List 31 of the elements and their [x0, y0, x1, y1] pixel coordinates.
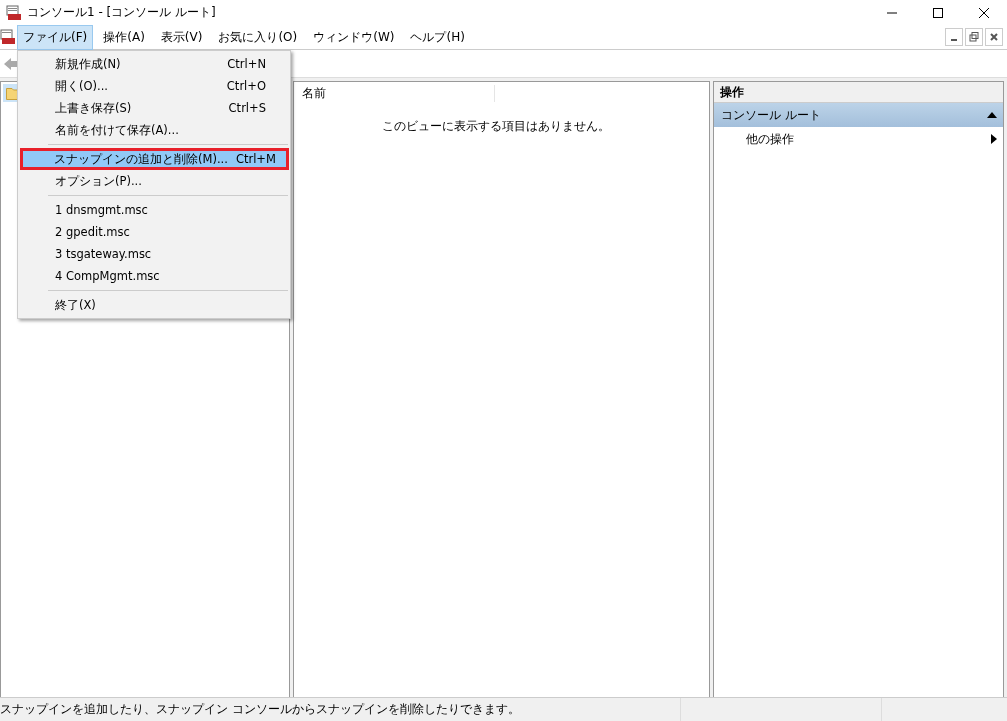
dropdown-menu-item[interactable]: オプション(P)...	[20, 170, 288, 192]
menu-item[interactable]: 操作(A)	[97, 24, 151, 50]
submenu-arrow-icon	[991, 134, 997, 144]
close-icon[interactable]	[985, 28, 1003, 46]
dropdown-menu-item[interactable]: 1 dnsmgmt.msc	[20, 199, 288, 221]
actions-header: 操作	[714, 82, 1003, 103]
column-header[interactable]: 名前	[294, 84, 495, 102]
actions-section[interactable]: コンソール ルート	[714, 103, 1003, 127]
dropdown-menu-item[interactable]: 新規作成(N) Ctrl+N	[20, 53, 288, 75]
window-title: コンソール1 - [コンソール ルート]	[27, 4, 216, 21]
menu-item[interactable]: ファイル(F)	[17, 24, 94, 50]
menu-item[interactable]: ヘルプ(H)	[404, 24, 471, 50]
console-app-icon[interactable]	[0, 29, 16, 45]
dropdown-menu-item[interactable]: 3 tsgateway.msc	[20, 243, 288, 265]
dropdown-menu-item[interactable]: 4 CompMgmt.msc	[20, 265, 288, 287]
dropdown-menu-item[interactable]: 名前を付けて保存(A)...	[20, 119, 288, 141]
empty-message: このビューに表示する項目はありません。	[381, 118, 610, 135]
action-item[interactable]: 他の操作	[714, 127, 1003, 151]
collapse-arrow-icon[interactable]	[987, 112, 997, 118]
dropdown-menu-item[interactable]: スナップインの追加と削除(M)... Ctrl+M	[20, 148, 289, 170]
status-text: スナップインを追加したり、スナップイン コンソールからスナップインを削除したりできます。	[0, 701, 521, 718]
console-app-icon	[6, 4, 22, 21]
minimize-icon[interactable]	[945, 28, 963, 46]
menu-item[interactable]: ウィンドウ(W)	[307, 24, 401, 50]
dropdown-menu-item[interactable]: 2 gpedit.msc	[20, 221, 288, 243]
dropdown-menu-item[interactable]: 上書き保存(S) Ctrl+S	[20, 97, 288, 119]
menu-item[interactable]: 表示(V)	[154, 24, 209, 50]
restore-icon[interactable]	[965, 28, 983, 46]
dropdown-menu-item[interactable]: 開く(O)... Ctrl+O	[20, 75, 288, 97]
menu-item[interactable]: お気に入り(O)	[212, 24, 304, 50]
dropdown-menu-item[interactable]: 終了(X)	[20, 294, 288, 316]
